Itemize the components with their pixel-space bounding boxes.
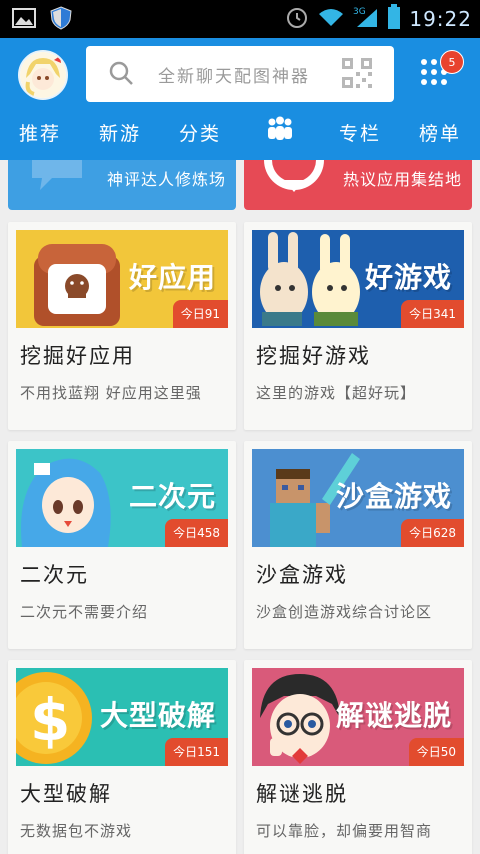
anime-girl-icon bbox=[21, 458, 111, 547]
today-count-badge: 今日151 bbox=[165, 738, 228, 766]
alarm-icon bbox=[285, 5, 309, 33]
tab-new-games[interactable]: 新游 bbox=[80, 114, 160, 158]
card-good-games[interactable]: 好游戏 今日341 挖掘好游戏 这里的游戏【超好玩】 bbox=[244, 222, 472, 430]
card-title: 二次元 bbox=[20, 563, 89, 587]
card-good-apps[interactable]: 好应用 今日91 挖掘好应用 不用找蓝翔 好应用这里强 bbox=[8, 222, 236, 430]
image-icon bbox=[12, 8, 36, 32]
tab-recommend[interactable]: 推荐 bbox=[0, 114, 80, 158]
tab-bar: 推荐 新游 分类 专栏 榜单 bbox=[0, 114, 480, 158]
card-puzzle-escape[interactable]: 解谜逃脱 今日50 解谜逃脱 可以靠脸，却偏要用智商 bbox=[244, 660, 472, 854]
card-title: 解谜逃脱 bbox=[256, 782, 348, 806]
search-bar[interactable]: 全新聊天配图神器 bbox=[86, 46, 394, 102]
tab-column[interactable]: 专栏 bbox=[320, 114, 400, 158]
search-input[interactable]: 全新聊天配图神器 bbox=[158, 62, 336, 87]
card-image-label: 沙盒游戏 bbox=[335, 480, 452, 513]
card-description: 沙盒创造游戏综合讨论区 bbox=[256, 603, 433, 621]
card-anime[interactable]: 二次元 今日458 二次元 二次元不需要介绍 bbox=[8, 441, 236, 649]
card-title: 挖掘好应用 bbox=[20, 344, 135, 368]
tab-community[interactable] bbox=[240, 114, 320, 158]
banner-reviewers[interactable]: 神评达人修炼场 bbox=[8, 160, 236, 210]
card-image: 解谜逃脱 今日50 bbox=[252, 668, 464, 766]
tab-category[interactable]: 分类 bbox=[160, 114, 240, 158]
status-bar: 3G 19:22 bbox=[0, 0, 480, 38]
clock: 19:22 bbox=[409, 7, 472, 31]
shield-icon bbox=[50, 6, 72, 34]
banner-text: 热议应用集结地 bbox=[342, 170, 462, 189]
card-description: 可以靠脸，却偏要用智商 bbox=[256, 822, 433, 840]
app-header: 全新聊天配图神器 5 推荐 新游 分类 专栏 榜单 bbox=[0, 38, 480, 160]
today-count-badge: 今日628 bbox=[401, 519, 464, 547]
banner-text: 神评达人修炼场 bbox=[106, 170, 226, 189]
card-description: 无数据包不游戏 bbox=[20, 822, 133, 840]
search-icon[interactable] bbox=[108, 60, 134, 90]
card-image-label: 好游戏 bbox=[364, 261, 452, 294]
card-title: 挖掘好游戏 bbox=[256, 344, 371, 368]
today-count-badge: 今日458 bbox=[165, 519, 228, 547]
notification-badge: 5 bbox=[440, 50, 464, 74]
battery-icon bbox=[387, 4, 401, 34]
card-image: 二次元 今日458 bbox=[16, 449, 228, 547]
network-label: 3G bbox=[353, 7, 366, 17]
today-count-badge: 今日91 bbox=[172, 300, 228, 328]
card-image: 好游戏 今日341 bbox=[252, 230, 464, 328]
card-description: 不用找蓝翔 好应用这里强 bbox=[20, 384, 202, 402]
chat-bubble-icon bbox=[32, 160, 82, 190]
card-description: 这里的游戏【超好玩】 bbox=[256, 384, 417, 402]
rabbit-mascot-icon bbox=[260, 232, 360, 326]
qr-scan-icon[interactable] bbox=[342, 58, 372, 92]
signal-icon: 3G bbox=[353, 5, 379, 33]
card-image-label: 好应用 bbox=[128, 261, 216, 294]
content-area: 神评达人修炼场 热议应用集结地 好应用 今日91 挖掘好应用 不用找蓝翔 好应用… bbox=[0, 160, 480, 854]
card-description: 二次元不需要介绍 bbox=[20, 603, 149, 621]
card-title: 大型破解 bbox=[20, 782, 112, 806]
card-title: 沙盒游戏 bbox=[256, 563, 348, 587]
avatar[interactable] bbox=[18, 50, 68, 100]
hot-topic-icon bbox=[264, 160, 324, 192]
card-sandbox[interactable]: 沙盒游戏 今日628 沙盒游戏 沙盒创造游戏综合讨论区 bbox=[244, 441, 472, 649]
card-image: 沙盒游戏 今日628 bbox=[252, 449, 464, 547]
people-icon bbox=[266, 116, 294, 156]
banner-hot-apps[interactable]: 热议应用集结地 bbox=[244, 160, 472, 210]
tab-ranking[interactable]: 榜单 bbox=[400, 114, 480, 158]
today-count-badge: 今日50 bbox=[408, 738, 464, 766]
card-image-label: 解谜逃脱 bbox=[335, 699, 452, 732]
card-image: 好应用 今日91 bbox=[16, 230, 228, 328]
card-image-label: 二次元 bbox=[128, 480, 216, 513]
card-image: $ 大型破解 今日151 bbox=[16, 668, 228, 766]
treasure-chest-icon bbox=[34, 244, 120, 326]
card-cracked-games[interactable]: $ 大型破解 今日151 大型破解 无数据包不游戏 bbox=[8, 660, 236, 854]
svg-text:$: $ bbox=[30, 686, 70, 754]
today-count-badge: 今日341 bbox=[401, 300, 464, 328]
wifi-icon bbox=[317, 6, 345, 32]
card-image-label: 大型破解 bbox=[99, 699, 216, 732]
